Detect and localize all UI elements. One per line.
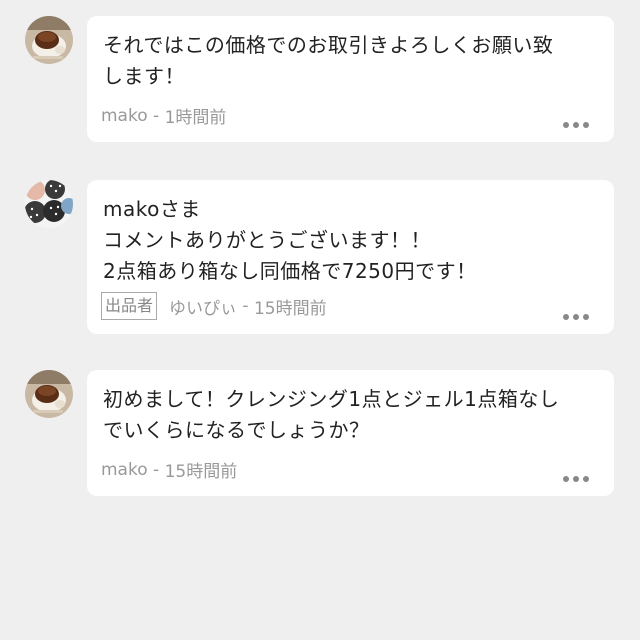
author-name[interactable]: mako: [101, 460, 148, 480]
author-name[interactable]: ゆいぴぃ: [169, 294, 237, 319]
comment-bubble: makoさま コメントありがとうございます！！ 2点箱あり箱なし同価格で7250…: [87, 180, 614, 334]
comment-text: 初めまして！クレンジング1点とジェル1点箱なし でいくらになるでしょうか？: [103, 387, 560, 442]
meta-separator: -: [147, 105, 165, 126]
comment-time: 1時間前: [164, 108, 227, 128]
comment-item: 初めまして！クレンジング1点とジェル1点箱なし でいくらになるでしょうか？ ma…: [0, 370, 640, 496]
user-avatar[interactable]: [25, 16, 73, 64]
pudding-avatar-icon: [25, 370, 73, 418]
comment-item: それではこの価格でのお取引きよろしくお願い致 します！ mako - 1時間前: [0, 16, 640, 142]
more-dots-icon[interactable]: [563, 314, 589, 320]
user-avatar[interactable]: [25, 370, 73, 418]
comment-item: makoさま コメントありがとうございます！！ 2点箱あり箱なし同価格で7250…: [0, 180, 640, 334]
meta-separator: -: [147, 459, 165, 480]
comment-bubble: それではこの価格でのお取引きよろしくお願い致 します！ mako - 1時間前: [87, 16, 614, 142]
comment-time: 15時間前: [164, 462, 238, 482]
author-name[interactable]: mako: [101, 106, 148, 126]
dotted-pattern-avatar-icon: [25, 180, 73, 228]
comment-text: それではこの価格でのお取引きよろしくお願い致 します！: [103, 33, 554, 88]
pudding-avatar-icon: [25, 16, 73, 64]
more-dots-icon[interactable]: [563, 476, 589, 482]
comment-time: 15時間前: [253, 298, 327, 319]
comment-bubble: 初めまして！クレンジング1点とジェル1点箱なし でいくらになるでしょうか？ ma…: [87, 370, 614, 496]
seller-badge: 出品者: [101, 292, 158, 320]
more-dots-icon[interactable]: [563, 122, 589, 128]
meta-separator: -: [237, 296, 254, 316]
comment-thread: それではこの価格でのお取引きよろしくお願い致 します！ mako - 1時間前: [0, 0, 640, 640]
comment-text: makoさま コメントありがとうございます！！ 2点箱あり箱なし同価格で7250…: [103, 197, 477, 283]
comment-meta: 出品者 ゆいぴぃ - 15時間前: [101, 292, 327, 320]
comment-meta: mako - 15時間前: [101, 457, 238, 483]
user-avatar[interactable]: [25, 180, 73, 228]
comment-meta: mako - 1時間前: [101, 103, 227, 129]
